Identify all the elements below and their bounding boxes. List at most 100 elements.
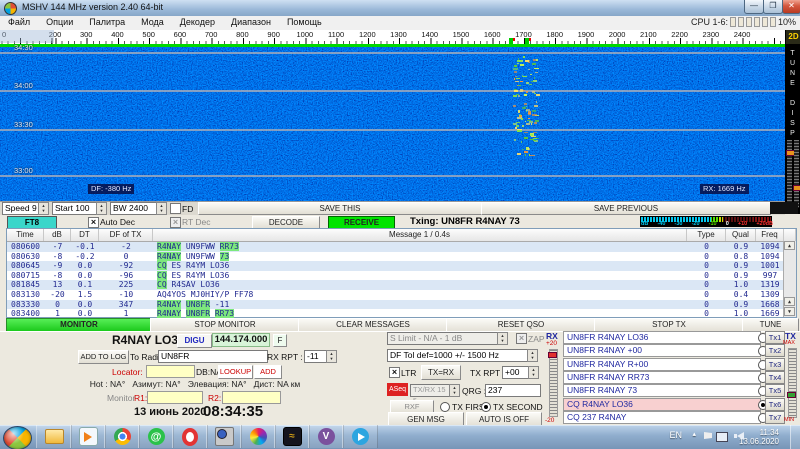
tx-message-field-1[interactable]: UN8FR R4NAY LO36 (563, 331, 761, 344)
tx7-button[interactable]: Tx7 (765, 411, 785, 424)
bw-field[interactable]: BW 2400 Hz (110, 202, 160, 215)
menu-5[interactable]: Декодер (172, 16, 223, 30)
tx1-button[interactable]: Tx1 (765, 331, 785, 344)
table-header-qual[interactable]: Qual (726, 229, 756, 241)
s-limit-spinner[interactable]: ▲▼ (497, 332, 508, 345)
save-this-button[interactable]: SAVE THIS (198, 202, 482, 215)
tx-power-handle[interactable] (787, 392, 796, 398)
auto-dec-checkbox[interactable]: × (88, 217, 99, 228)
tx-message-field-3[interactable]: UN8FR R4NAY R+00 (563, 358, 761, 371)
action-center-flag-icon[interactable] (704, 432, 712, 439)
tx-rpt-spinner[interactable]: ▲▼ (528, 366, 539, 379)
df-tol-spinner[interactable]: ▲▼ (527, 349, 538, 362)
mshv-taskbar-button[interactable] (240, 425, 276, 448)
waterfall-display[interactable]: 34:3034:0033:3033:00 DF: -380 Hz RX: 166… (0, 44, 785, 201)
frequency-scale[interactable]: 0200300400500600700800900100011001200130… (0, 30, 785, 45)
menu-3[interactable]: Палитра (81, 16, 133, 30)
lookup-button[interactable]: LOOKUP (218, 365, 253, 379)
speed-spinner[interactable]: ▲▼ (38, 202, 49, 215)
add-to-log-button[interactable]: ADD TO LOG (78, 350, 129, 364)
to-radio-input[interactable]: UN8FR (158, 350, 268, 363)
start-spinner[interactable]: ▲▼ (96, 202, 107, 215)
locator-input[interactable] (146, 365, 195, 378)
s-limit-field[interactable]: S Limit - N/A - 1 dB (387, 332, 501, 345)
txrx-period-spinner[interactable]: ▲▼ (449, 384, 460, 397)
tx-message-field-5[interactable]: UN8FR R4NAY 73 (563, 384, 761, 397)
txrx-period-field[interactable]: TX/RX 15 s (410, 384, 453, 397)
show-desktop-button[interactable] (790, 425, 800, 449)
disp-slider-handle[interactable] (793, 185, 800, 191)
tx-power-slider[interactable] (788, 348, 797, 418)
table-header-df-of-tx[interactable]: DF of TX (99, 229, 153, 241)
menu-1[interactable]: Файл (0, 16, 38, 30)
table-row[interactable]: 083130-201.5-10AQ4YOS MJ0HIY/P FF7800.41… (7, 290, 796, 300)
tray-clock[interactable]: 11:34 13.06.2020 (739, 428, 779, 446)
table-row[interactable]: 08333000.0347R4NAY UN8FR -1100.91668 (7, 300, 796, 310)
table-row[interactable]: 080630-8-0.20R4NAY UN9FWW 7300.81094 (7, 252, 796, 262)
radio-mode-button[interactable]: DIGU (177, 334, 212, 348)
start-field[interactable]: Start 100 Hz (52, 202, 100, 215)
menu-7[interactable]: Помощь (279, 16, 330, 30)
scroll-down-icon[interactable]: ▼ (784, 307, 795, 316)
table-header-type[interactable]: Type (687, 229, 726, 241)
close-button[interactable]: ✕ (782, 0, 800, 14)
waterfall-2d-button[interactable]: 2D (785, 30, 800, 44)
maximize-button[interactable]: ❐ (763, 0, 783, 14)
viber-taskbar-button[interactable]: V (308, 425, 344, 448)
winamp-taskbar-button[interactable] (206, 425, 242, 448)
table-row[interactable]: 081845130.1225CQ R4SAV LO3601.01319 (7, 280, 796, 290)
network-icon[interactable] (716, 432, 728, 442)
tx-first-radio[interactable] (440, 402, 450, 412)
bw-spinner[interactable]: ▲▼ (156, 202, 167, 215)
tx-message-field-6[interactable]: CQ R4NAY LO36 (563, 398, 761, 411)
minimize-button[interactable]: — (744, 0, 764, 14)
save-previous-button[interactable]: SAVE PREVIOUS (481, 202, 771, 215)
tune-disp-strip[interactable]: TUNEDISP (785, 44, 800, 214)
tx-eq-rx-button[interactable]: TX=RX (421, 365, 461, 380)
table-header-time[interactable]: Time (7, 229, 44, 241)
table-row[interactable]: 080600-7-0.1-2R4NAY UN9FWW RR7300.91094 (7, 242, 796, 252)
title-bar[interactable]: MSHV 144 MHz version 2.40 64-bit — ❐ ✕ (0, 0, 800, 17)
explorer-taskbar-button[interactable] (36, 425, 72, 448)
speed-field[interactable]: Speed 9 (2, 202, 42, 215)
telegram-taskbar-button[interactable] (342, 425, 378, 448)
df-tol-field[interactable]: DF Tol def=1000 +/- 1500 Hz (387, 349, 531, 362)
menu-4[interactable]: Мода (133, 16, 172, 30)
tx-second-radio[interactable] (481, 402, 491, 412)
ltr-checkbox[interactable]: × (389, 367, 400, 378)
disp-slider[interactable] (794, 140, 799, 208)
frequency-f-button[interactable]: F (273, 334, 287, 347)
monitor-r1-input[interactable] (147, 391, 203, 404)
table-header-db[interactable]: dB (44, 229, 71, 241)
start-button[interactable] (3, 426, 32, 449)
language-indicator[interactable]: EN (669, 430, 682, 440)
zap-checkbox[interactable]: × (516, 333, 527, 344)
table-header-freq[interactable]: Freq (756, 229, 784, 241)
fd-checkbox[interactable]: × (170, 203, 181, 214)
table-row[interactable]: 080715-80.0-96CQ ES R4YM LO3600.9997 (7, 271, 796, 281)
hidden-icons-arrow[interactable]: ▴ (692, 430, 696, 438)
decode-table[interactable]: TimedBDTDF of TXMessage 1 / 0.4sTypeQual… (6, 228, 797, 318)
chrome-taskbar-button[interactable] (104, 425, 140, 448)
tx3-button[interactable]: Tx3 (765, 358, 785, 371)
tx-message-field-7[interactable]: CQ 237 R4NAY (563, 411, 761, 424)
tx-message-field-4[interactable]: UN8FR R4NAY RR73 (563, 371, 761, 384)
rt-dec-checkbox[interactable]: × (170, 217, 181, 228)
rx-gain-slider[interactable] (549, 349, 558, 417)
menu-6[interactable]: Диапазон (223, 16, 279, 30)
table-scrollbar[interactable]: ▲ ▲ ▼ (783, 241, 796, 317)
scroll-up-icon[interactable]: ▲ (784, 297, 795, 306)
rx-rpt-spinner[interactable]: ▲▼ (326, 350, 337, 363)
qrg-input[interactable]: 237 (485, 384, 541, 397)
opera-taskbar-button[interactable] (172, 425, 208, 448)
table-row[interactable]: 080645-90.0-92CQ ES R4YM LO3600.91001 (7, 261, 796, 271)
menu-2[interactable]: Опции (38, 16, 81, 30)
rx-gain-handle[interactable] (548, 352, 557, 358)
tx5-button[interactable]: Tx5 (765, 384, 785, 397)
tx2-button[interactable]: Tx2 (765, 344, 785, 357)
mailru-agent-taskbar-button[interactable]: @ (138, 425, 174, 448)
tx4-button[interactable]: Tx4 (765, 371, 785, 384)
tx-message-field-2[interactable]: UN8FR R4NAY +00 (563, 344, 761, 357)
media-player-taskbar-button[interactable] (70, 425, 106, 448)
table-header-message-1-0-4s[interactable]: Message 1 / 0.4s (153, 229, 687, 241)
